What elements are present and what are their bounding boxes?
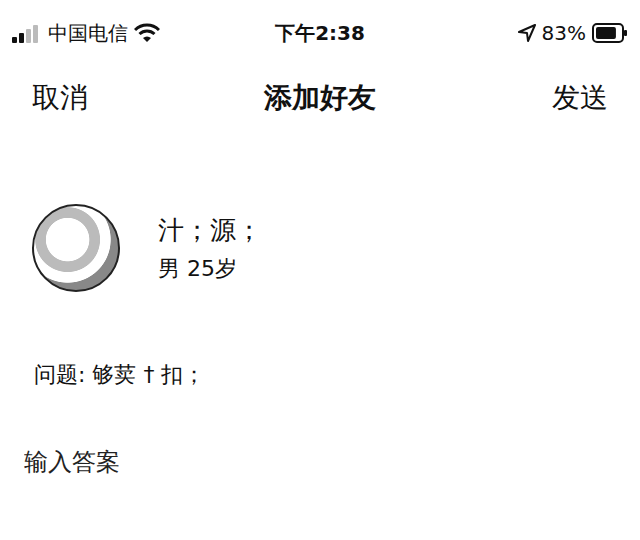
battery-percent: 83% <box>542 21 586 45</box>
profile-row: 汁；源； 男 25岁 <box>0 204 640 292</box>
profile-info: 男 25岁 <box>158 254 262 284</box>
profile-text: 汁；源； 男 25岁 <box>158 213 262 284</box>
avatar <box>32 204 120 292</box>
answer-input[interactable] <box>24 442 616 482</box>
nav-title: 添加好友 <box>264 79 376 117</box>
signal-icon <box>12 23 42 43</box>
status-bar: 中国电信 下午2:38 83% <box>0 0 640 66</box>
send-button[interactable]: 发送 <box>552 79 608 117</box>
clock: 下午2:38 <box>275 20 365 47</box>
battery-icon <box>592 23 628 43</box>
nav-bar: 取消 添加好友 发送 <box>0 66 640 130</box>
verification-question: 问题: 够荬 † 扣； <box>0 360 640 390</box>
cancel-button[interactable]: 取消 <box>32 79 88 117</box>
carrier: 中国电信 <box>48 20 128 47</box>
wifi-icon <box>134 23 160 43</box>
add-friend-screen: 中国电信 下午2:38 83% 取消 添加好友 发送汁；源； 男 25岁问题: 够荬 † 扣… <box>0 0 640 540</box>
location-arrow-icon <box>518 24 536 42</box>
profile-name: 汁；源； <box>158 213 262 248</box>
